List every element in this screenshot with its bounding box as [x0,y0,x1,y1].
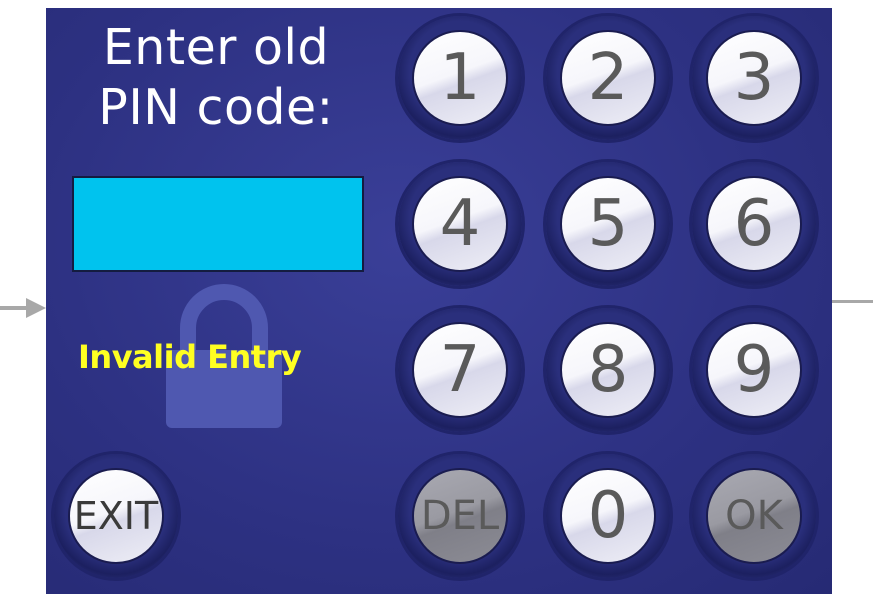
arrow-right-icon [0,298,46,318]
key-3-button[interactable]: 3 [692,16,816,140]
key-9-button[interactable]: 9 [692,308,816,432]
key-6-button[interactable]: 6 [692,162,816,286]
ok-label: OK [706,468,802,564]
key-9-label: 9 [706,322,802,418]
key-7-label: 7 [412,322,508,418]
connector-line [832,300,873,303]
exit-button[interactable]: EXIT [54,454,178,578]
pin-display-field [72,176,364,272]
delete-label: DEL [412,468,508,564]
key-5-label: 5 [560,176,656,272]
prompt-line-1: Enter old [102,19,330,76]
exit-label: EXIT [68,468,164,564]
ok-button[interactable]: OK [692,454,816,578]
key-5-button[interactable]: 5 [546,162,670,286]
status-message: Invalid Entry [78,338,302,376]
key-4-button[interactable]: 4 [398,162,522,286]
key-1-button[interactable]: 1 [398,16,522,140]
prompt-line-2: PIN code: [98,79,334,136]
pin-prompt: Enter old PIN code: [86,18,346,138]
key-1-label: 1 [412,30,508,126]
key-6-label: 6 [706,176,802,272]
key-2-button[interactable]: 2 [546,16,670,140]
key-0-label: 0 [560,468,656,564]
delete-button[interactable]: DEL [398,454,522,578]
key-0-button[interactable]: 0 [546,454,670,578]
key-3-label: 3 [706,30,802,126]
pin-entry-panel: Enter old PIN code: Invalid Entry 1 2 3 … [46,8,832,594]
key-2-label: 2 [560,30,656,126]
key-8-button[interactable]: 8 [546,308,670,432]
key-8-label: 8 [560,322,656,418]
key-7-button[interactable]: 7 [398,308,522,432]
key-4-label: 4 [412,176,508,272]
